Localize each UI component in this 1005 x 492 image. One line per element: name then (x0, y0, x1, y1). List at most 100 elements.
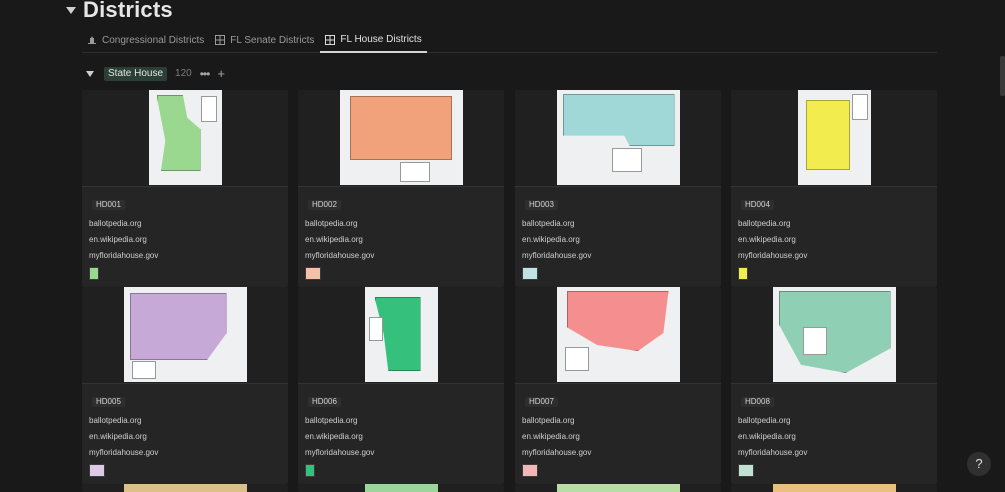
district-shape (349, 96, 452, 160)
more-icon[interactable]: ••• (200, 68, 211, 80)
district-map-image (339, 90, 463, 185)
district-code: HD006 (308, 397, 341, 407)
link-ballotpedia[interactable]: ballotpedia.org (522, 219, 714, 228)
district-map-image (556, 287, 680, 382)
link-myfloridahouse[interactable]: myfloridahouse.gov (305, 251, 497, 260)
tab-fl-senate-districts[interactable]: FL Senate Districts (210, 28, 319, 52)
link-wikipedia[interactable]: en.wikipedia.org (89, 235, 281, 244)
link-wikipedia[interactable]: en.wikipedia.org (522, 432, 714, 441)
group-count: 120 (175, 68, 192, 79)
map-legend (368, 317, 383, 341)
add-icon[interactable]: + (217, 67, 225, 80)
card-cover (82, 90, 288, 187)
collapse-toggle-icon[interactable] (66, 6, 76, 14)
card-cover (731, 484, 937, 492)
district-code: HD004 (741, 200, 774, 210)
gallery-card[interactable]: HD008 ballotpedia.org en.wikipedia.org m… (731, 287, 937, 484)
card-cover (298, 287, 504, 384)
card-cover (515, 287, 721, 384)
view-tabs: Congressional Districts FL Senate Distri… (82, 28, 937, 53)
card-cover (82, 287, 288, 384)
link-ballotpedia[interactable]: ballotpedia.org (738, 219, 930, 228)
district-map-image (364, 484, 438, 492)
link-myfloridahouse[interactable]: myfloridahouse.gov (89, 448, 281, 457)
district-map-image (123, 287, 247, 382)
tab-label: Congressional Districts (102, 34, 205, 46)
gallery-card[interactable]: HD005 ballotpedia.org en.wikipedia.org m… (82, 287, 288, 484)
link-ballotpedia[interactable]: ballotpedia.org (305, 416, 497, 425)
link-wikipedia[interactable]: en.wikipedia.org (305, 235, 497, 244)
group-label[interactable]: State House (104, 66, 168, 81)
gallery-icon (325, 34, 336, 45)
card-cover (82, 484, 288, 492)
district-shape (805, 100, 850, 170)
attachment-thumbnail[interactable] (522, 267, 538, 280)
card-cover (515, 484, 721, 492)
district-shape (778, 291, 891, 373)
map-legend (802, 327, 827, 355)
gallery-card[interactable]: HD003 ballotpedia.org en.wikipedia.org m… (515, 90, 721, 287)
card-cover (298, 90, 504, 187)
group-collapse-icon[interactable] (86, 70, 94, 77)
gallery-card[interactable] (82, 484, 288, 492)
tab-fl-house-districts[interactable]: FL House Districts (320, 28, 427, 53)
district-map-image (148, 90, 222, 185)
district-map-image (556, 90, 680, 185)
district-code: HD003 (525, 200, 558, 210)
link-ballotpedia[interactable]: ballotpedia.org (522, 416, 714, 425)
district-map-image (797, 90, 871, 185)
link-myfloridahouse[interactable]: myfloridahouse.gov (305, 448, 497, 457)
district-map-image (772, 484, 896, 492)
tab-congressional-districts[interactable]: Congressional Districts (82, 28, 209, 52)
attachment-thumbnail[interactable] (305, 267, 321, 280)
help-button[interactable]: ? (967, 452, 991, 476)
card-cover (731, 287, 937, 384)
attachment-thumbnail[interactable] (89, 464, 105, 477)
district-shape (562, 94, 675, 146)
link-wikipedia[interactable]: en.wikipedia.org (738, 235, 930, 244)
link-myfloridahouse[interactable]: myfloridahouse.gov (738, 448, 930, 457)
gallery-card[interactable]: HD006 ballotpedia.org en.wikipedia.org m… (298, 287, 504, 484)
link-myfloridahouse[interactable]: myfloridahouse.gov (522, 251, 714, 260)
link-myfloridahouse[interactable]: myfloridahouse.gov (89, 251, 281, 260)
district-code: HD007 (525, 397, 558, 407)
gallery-card[interactable]: HD002 ballotpedia.org en.wikipedia.org m… (298, 90, 504, 287)
card-cover (731, 90, 937, 187)
district-code: HD001 (92, 200, 125, 210)
gallery-icon (215, 35, 226, 45)
gallery-card[interactable] (731, 484, 937, 492)
gallery-card[interactable]: HD004 ballotpedia.org en.wikipedia.org m… (731, 90, 937, 287)
attachment-thumbnail[interactable] (738, 267, 748, 280)
link-myfloridahouse[interactable]: myfloridahouse.gov (522, 448, 714, 457)
scrollbar[interactable] (1000, 56, 1005, 96)
district-map-image (772, 287, 896, 382)
link-wikipedia[interactable]: en.wikipedia.org (522, 235, 714, 244)
capitol-icon (88, 36, 96, 44)
district-code: HD002 (308, 200, 341, 210)
district-shape (129, 293, 227, 360)
link-ballotpedia[interactable]: ballotpedia.org (89, 416, 281, 425)
attachment-thumbnail[interactable] (522, 464, 538, 477)
map-legend (851, 94, 868, 120)
attachment-thumbnail[interactable] (738, 464, 754, 477)
link-wikipedia[interactable]: en.wikipedia.org (738, 432, 930, 441)
district-map-image (556, 484, 680, 492)
link-ballotpedia[interactable]: ballotpedia.org (305, 219, 497, 228)
link-ballotpedia[interactable]: ballotpedia.org (89, 219, 281, 228)
link-myfloridahouse[interactable]: myfloridahouse.gov (738, 251, 930, 260)
gallery-card[interactable]: HD001 ballotpedia.org en.wikipedia.org m… (82, 90, 288, 287)
gallery-card[interactable] (298, 484, 504, 492)
link-wikipedia[interactable]: en.wikipedia.org (89, 432, 281, 441)
map-legend (200, 96, 217, 122)
link-ballotpedia[interactable]: ballotpedia.org (738, 416, 930, 425)
card-cover (298, 484, 504, 492)
page-title: Districts (83, 0, 173, 22)
attachment-thumbnail[interactable] (305, 464, 315, 477)
link-wikipedia[interactable]: en.wikipedia.org (305, 432, 497, 441)
attachment-thumbnail[interactable] (89, 267, 99, 280)
gallery-card[interactable]: HD007 ballotpedia.org en.wikipedia.org m… (515, 287, 721, 484)
group-header: State House 120 ••• + (86, 66, 225, 81)
map-legend (611, 148, 642, 172)
gallery-card[interactable] (515, 484, 721, 492)
card-cover (515, 90, 721, 187)
